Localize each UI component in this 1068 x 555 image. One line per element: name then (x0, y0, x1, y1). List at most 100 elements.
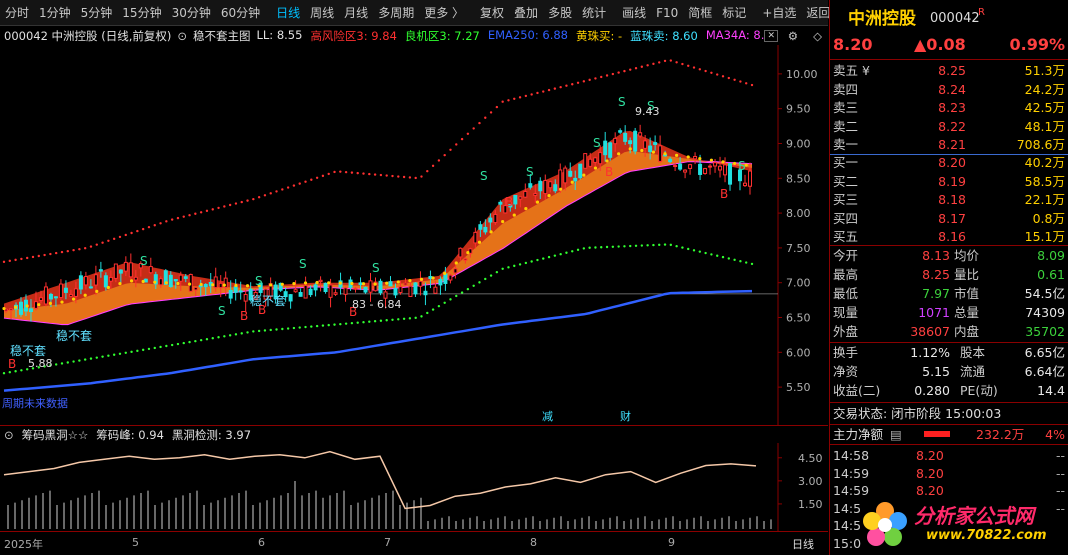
low-price-label: 5.88 (28, 357, 53, 370)
candle-body (378, 280, 383, 294)
candle-body (533, 193, 538, 196)
toolbar-item[interactable]: 日线 (271, 0, 305, 26)
indicator-toggle-icon[interactable]: ⊙ (177, 29, 187, 43)
chip-blackhole-chart[interactable]: 4.50 3.00 1.50 (0, 443, 828, 531)
candle-body (108, 276, 113, 282)
sub-indicator-name[interactable]: 筹码黑洞☆☆ (22, 427, 89, 443)
close-icon[interactable]: ✕ (764, 30, 778, 42)
high-price-label: 9.43 (635, 105, 660, 118)
opportunity-dot (350, 321, 354, 325)
toolbar-item[interactable]: 更多 〉 (419, 0, 469, 26)
toolbar-item[interactable]: 月线 (339, 0, 373, 26)
opportunity-dot (170, 343, 174, 347)
toolbar-item[interactable]: 复权 (475, 0, 509, 26)
toolbar-item[interactable]: 统计 (577, 0, 611, 26)
row-volume: 42.5万 (1024, 100, 1065, 115)
high-risk-dot (217, 206, 220, 210)
toolbar-item[interactable]: 简框 (683, 0, 717, 26)
yellow-pearl-dot (419, 277, 424, 281)
ask-level-row: 卖五 ¥ 8.25 51.3万 (830, 61, 1068, 80)
toolbar-item[interactable]: 30分钟 (167, 0, 216, 26)
stat-value: 1071 (918, 305, 950, 320)
high-risk-dot (118, 235, 122, 239)
opportunity-dot (710, 253, 713, 256)
yellow-pearl-dot (338, 281, 342, 285)
opportunity-dot (223, 335, 226, 338)
toolbar-item[interactable]: 周线 (305, 0, 339, 26)
candle-body (418, 280, 423, 287)
yellow-pearl-dot (292, 282, 296, 286)
opportunity-dot (141, 348, 145, 352)
stat-label: 净资 (833, 364, 859, 379)
candle-body (388, 281, 393, 287)
row-price: 8.24 (938, 81, 966, 97)
toolbar-item[interactable]: F10 (651, 0, 683, 26)
candle-body (543, 180, 548, 195)
toolbar-item[interactable]: 画线 (617, 0, 651, 26)
toolbar-item[interactable]: 标记 (717, 0, 751, 26)
opportunity-dot (124, 351, 127, 354)
opportunity-dot (559, 253, 562, 256)
ask-level-row: 卖四 8.24 24.2万 (830, 80, 1068, 99)
bid-level-row: 买一 8.20 40.2万 (830, 153, 1068, 172)
yellow-pearl-dot (733, 161, 737, 166)
opportunity-dot (588, 246, 591, 249)
settings-icon[interactable]: ⚙ (788, 29, 798, 43)
row-price: 8.16 (938, 229, 966, 244)
toolbar-item[interactable]: +自选 (757, 0, 801, 26)
high-risk-dot (623, 69, 626, 73)
yellow-pearl-dot (501, 219, 505, 224)
high-risk-dot (333, 170, 336, 174)
opportunity-dot (501, 267, 504, 270)
sell-signal-label: S (593, 136, 601, 150)
opportunity-dot (687, 247, 690, 251)
high-risk-dot (356, 171, 359, 175)
main-indicator-legend: 000042 中洲控股 (日线,前复权) ⊙ 稳不套主图 LL: 8.55 高风险… (0, 27, 828, 45)
indicator-name[interactable]: 稳不套主图 (193, 28, 251, 44)
candle-body (403, 282, 408, 286)
candle-body (328, 284, 333, 298)
yellow-pearl-dot (408, 279, 412, 283)
high-risk-dot (559, 85, 562, 89)
candle-body (18, 301, 23, 315)
candle-body (518, 196, 523, 200)
candle-body (713, 162, 718, 167)
opportunity-dot (269, 328, 272, 332)
opportunity-dot (217, 336, 220, 339)
high-risk-dot (170, 218, 174, 221)
candle-body (563, 167, 568, 184)
sub-toggle-icon[interactable]: ⊙ (4, 428, 14, 442)
candle-body (458, 247, 463, 258)
toolbar-item[interactable]: 分时 (0, 0, 34, 26)
toolbar-item[interactable]: 60分钟 (216, 0, 265, 26)
high-risk-dot (716, 73, 719, 76)
candle-body (168, 274, 173, 288)
main-kline-chart[interactable]: 10.00 9.50 9.00 8.50 8.00 7.50 7.00 6.50 6.00 5.5… (0, 45, 828, 425)
candle-body (228, 289, 233, 299)
yellow-pearl-dot (2, 306, 6, 311)
toolbar-item[interactable]: 1分钟 (34, 0, 76, 26)
more-icon[interactable]: ◇ (813, 29, 822, 43)
opportunity-dot (466, 287, 470, 291)
opportunity-dot (234, 333, 238, 336)
toolbar-item[interactable]: 多周期 (373, 0, 419, 26)
opportunity-dot (286, 327, 290, 330)
candle-body (718, 165, 723, 171)
toolbar-item[interactable]: 5分钟 (76, 0, 118, 26)
candle-body (498, 201, 503, 205)
candle-body (78, 275, 83, 290)
period-label[interactable]: 日线 (792, 536, 814, 552)
net-flow-menu-icon[interactable]: ▤ (890, 425, 902, 444)
toolbar-item[interactable]: 叠加 (509, 0, 543, 26)
high-risk-dot (159, 222, 162, 225)
sell-signal-label: S (255, 274, 263, 288)
opportunity-dot (344, 322, 348, 325)
candle-body (58, 283, 63, 299)
candle-body (608, 142, 613, 158)
toolbar-item[interactable]: 多股 (543, 0, 577, 26)
candle-body (413, 282, 418, 295)
tick-price: 8.20 (916, 465, 944, 481)
candle-body (698, 163, 703, 175)
opportunity-dot (327, 323, 330, 327)
toolbar-item[interactable]: 15分钟 (117, 0, 166, 26)
